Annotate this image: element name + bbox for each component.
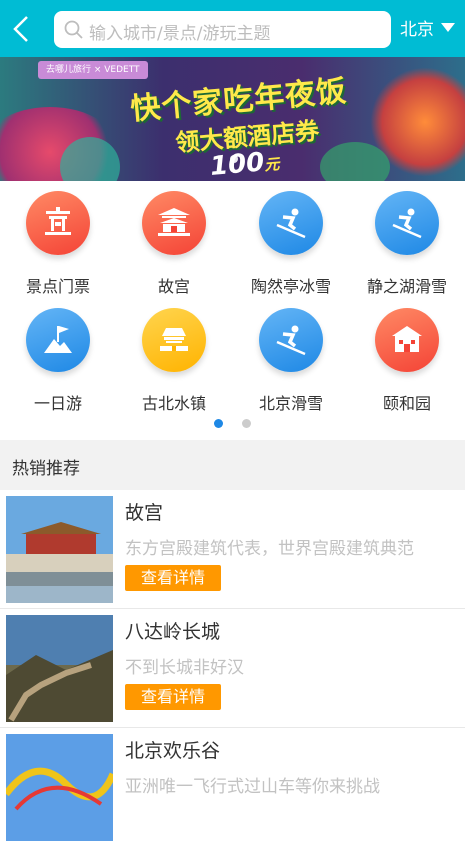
- city-selector[interactable]: 北京: [400, 15, 434, 40]
- category-item[interactable]: 颐和园: [349, 308, 465, 414]
- list-item[interactable]: 故宫 东方宫殿建筑代表，世界宫殿建筑典范 查看详情: [0, 490, 465, 608]
- search-input[interactable]: 输入城市/景点/游玩主题: [54, 11, 391, 48]
- banner-brand: 去哪儿旅行 × VEDETT: [38, 61, 148, 79]
- chevron-down-icon[interactable]: [441, 23, 455, 32]
- category-grid: 景点门票 故宫 陶然亭冰雪 静之湖滑雪 一日游 古北水镇 北京滑雪 颐和园: [0, 181, 465, 431]
- town-gate-icon: [142, 308, 206, 372]
- category-label: 静之湖滑雪: [366, 277, 447, 296]
- item-description: 东方宫殿建筑代表，世界宫殿建筑典范: [125, 539, 414, 559]
- section-title: 热销推荐: [12, 459, 80, 479]
- category-item[interactable]: 故宫: [116, 191, 232, 297]
- skier-icon: [375, 191, 439, 255]
- category-item[interactable]: 古北水镇: [116, 308, 232, 414]
- view-details-button[interactable]: 查看详情: [125, 684, 221, 710]
- item-name: 故宫: [125, 502, 164, 524]
- category-label: 陶然亭冰雪: [250, 277, 331, 296]
- top-bar: 输入城市/景点/游玩主题 北京: [0, 0, 465, 57]
- search-placeholder: 输入城市/景点/游玩主题: [89, 24, 271, 44]
- category-label: 故宫: [157, 277, 190, 296]
- pagination-dot-active[interactable]: [213, 419, 223, 428]
- item-description: 亚洲唯一飞行式过山车等你来挑战: [125, 777, 380, 797]
- item-name: 北京欢乐谷: [125, 740, 221, 762]
- pagoda-icon: [26, 191, 90, 255]
- great-wall-thumbnail[interactable]: [6, 615, 113, 722]
- mountain-flag-icon: [26, 308, 90, 372]
- pagination-dot[interactable]: [242, 419, 252, 428]
- house-icon: [375, 308, 439, 372]
- category-item[interactable]: 静之湖滑雪: [349, 191, 465, 297]
- skier-icon: [259, 191, 323, 255]
- banner-pagination-dot: [230, 155, 238, 163]
- category-label: 颐和园: [382, 394, 431, 413]
- category-label: 一日游: [33, 394, 82, 413]
- search-icon: [64, 20, 83, 39]
- list-item[interactable]: 北京欢乐谷 亚洲唯一飞行式过山车等你来挑战: [0, 728, 465, 846]
- banner-amount: 100元: [208, 147, 281, 181]
- back-arrow-icon[interactable]: [10, 14, 36, 44]
- category-label: 景点门票: [25, 277, 90, 296]
- forbidden-city-thumbnail[interactable]: [6, 496, 113, 603]
- palace-icon: [142, 191, 206, 255]
- category-pagination: [0, 413, 465, 432]
- category-label: 古北水镇: [141, 394, 206, 413]
- category-item[interactable]: 景点门票: [0, 191, 116, 297]
- happy-valley-thumbnail[interactable]: [6, 734, 113, 841]
- skier-icon: [259, 308, 323, 372]
- category-item[interactable]: 陶然亭冰雪: [233, 191, 349, 297]
- item-description: 不到长城非好汉: [125, 658, 244, 678]
- category-item[interactable]: 北京滑雪: [233, 308, 349, 414]
- view-details-button[interactable]: 查看详情: [125, 565, 221, 591]
- list-item[interactable]: 八达岭长城 不到长城非好汉 查看详情: [0, 609, 465, 727]
- item-name: 八达岭长城: [125, 621, 221, 643]
- hot-section-header: 热销推荐: [0, 440, 465, 490]
- category-label: 北京滑雪: [258, 394, 323, 413]
- category-item[interactable]: 一日游: [0, 308, 116, 414]
